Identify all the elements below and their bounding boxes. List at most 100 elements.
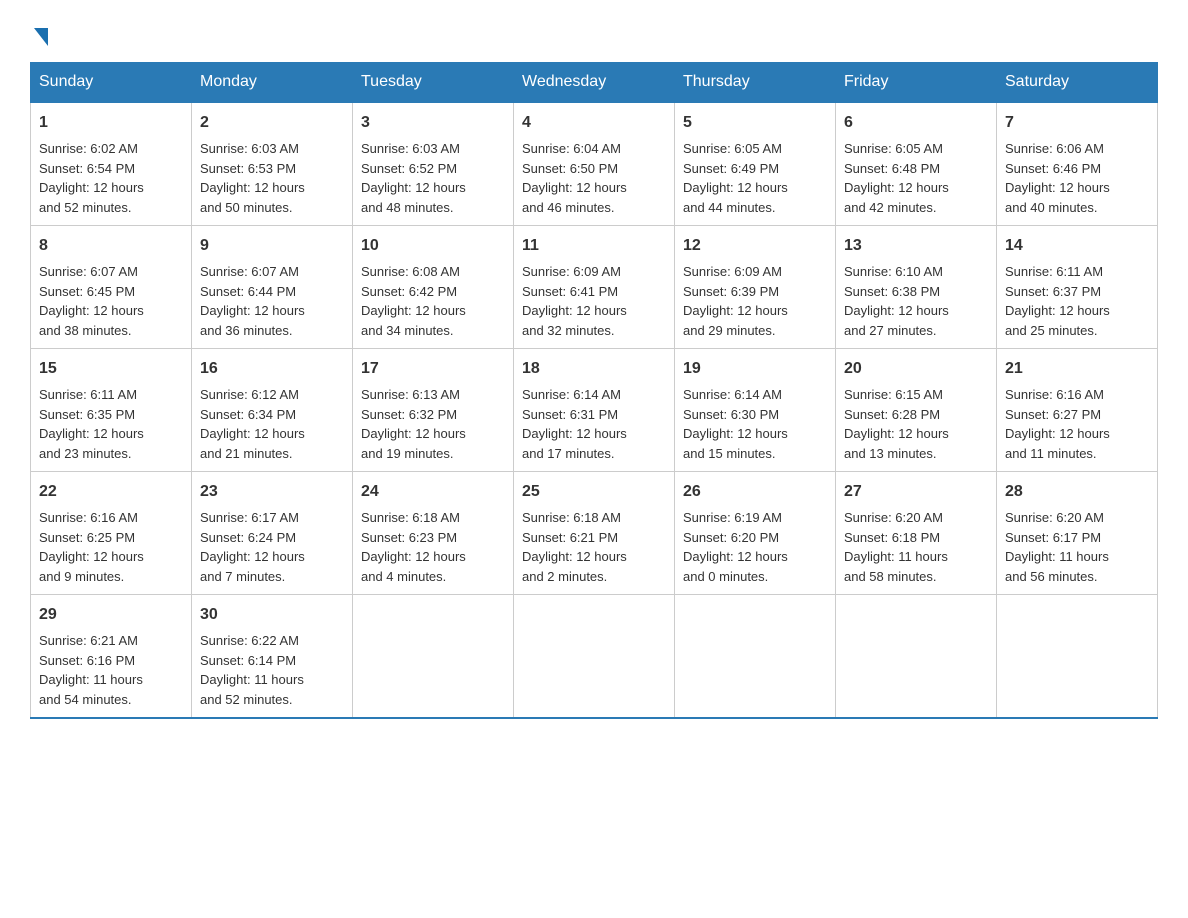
col-header-wednesday: Wednesday	[514, 63, 675, 103]
day-info: Sunrise: 6:11 AMSunset: 6:37 PMDaylight:…	[1005, 262, 1149, 340]
col-header-monday: Monday	[192, 63, 353, 103]
calendar-cell: 29 Sunrise: 6:21 AMSunset: 6:16 PMDayligh…	[31, 595, 192, 719]
day-number: 8	[39, 234, 183, 258]
col-header-saturday: Saturday	[997, 63, 1158, 103]
day-number: 1	[39, 111, 183, 135]
calendar-cell: 6 Sunrise: 6:05 AMSunset: 6:48 PMDaylight…	[836, 102, 997, 226]
day-info: Sunrise: 6:09 AMSunset: 6:39 PMDaylight:…	[683, 262, 827, 340]
calendar-cell: 26Sunrise: 6:19 AMSunset: 6:20 PMDayligh…	[675, 472, 836, 595]
day-number: 15	[39, 357, 183, 381]
calendar-week-row: 1 Sunrise: 6:02 AMSunset: 6:54 PMDaylight…	[31, 102, 1158, 226]
day-number: 2	[200, 111, 344, 135]
calendar-week-row: 22Sunrise: 6:16 AMSunset: 6:25 PMDayligh…	[31, 472, 1158, 595]
day-info: Sunrise: 6:07 AMSunset: 6:45 PMDaylight:…	[39, 262, 183, 340]
day-info: Sunrise: 6:18 AMSunset: 6:21 PMDaylight:…	[522, 508, 666, 586]
day-number: 30	[200, 603, 344, 627]
calendar-cell: 14 Sunrise: 6:11 AMSunset: 6:37 PMDayligh…	[997, 226, 1158, 349]
day-number: 9	[200, 234, 344, 258]
logo	[30, 20, 48, 42]
calendar-cell: 5 Sunrise: 6:05 AMSunset: 6:49 PMDaylight…	[675, 102, 836, 226]
logo-arrow-icon	[34, 28, 48, 46]
day-info: Sunrise: 6:02 AMSunset: 6:54 PMDaylight:…	[39, 139, 183, 217]
calendar-cell: 3 Sunrise: 6:03 AMSunset: 6:52 PMDaylight…	[353, 102, 514, 226]
calendar-table: SundayMondayTuesdayWednesdayThursdayFrid…	[30, 62, 1158, 719]
calendar-week-row: 15 Sunrise: 6:11 AMSunset: 6:35 PMDayligh…	[31, 349, 1158, 472]
calendar-cell	[836, 595, 997, 719]
day-info: Sunrise: 6:11 AMSunset: 6:35 PMDaylight:…	[39, 385, 183, 463]
calendar-cell: 13Sunrise: 6:10 AMSunset: 6:38 PMDayligh…	[836, 226, 997, 349]
calendar-cell: 12 Sunrise: 6:09 AMSunset: 6:39 PMDayligh…	[675, 226, 836, 349]
day-info: Sunrise: 6:18 AMSunset: 6:23 PMDaylight:…	[361, 508, 505, 586]
day-info: Sunrise: 6:04 AMSunset: 6:50 PMDaylight:…	[522, 139, 666, 217]
day-number: 18	[522, 357, 666, 381]
day-info: Sunrise: 6:13 AMSunset: 6:32 PMDaylight:…	[361, 385, 505, 463]
day-number: 26	[683, 480, 827, 504]
day-info: Sunrise: 6:05 AMSunset: 6:48 PMDaylight:…	[844, 139, 988, 217]
day-info: Sunrise: 6:12 AMSunset: 6:34 PMDaylight:…	[200, 385, 344, 463]
col-header-friday: Friday	[836, 63, 997, 103]
day-number: 28	[1005, 480, 1149, 504]
day-number: 17	[361, 357, 505, 381]
calendar-week-row: 29 Sunrise: 6:21 AMSunset: 6:16 PMDayligh…	[31, 595, 1158, 719]
calendar-cell: 20 Sunrise: 6:15 AMSunset: 6:28 PMDayligh…	[836, 349, 997, 472]
day-number: 3	[361, 111, 505, 135]
col-header-thursday: Thursday	[675, 63, 836, 103]
calendar-cell: 10Sunrise: 6:08 AMSunset: 6:42 PMDayligh…	[353, 226, 514, 349]
calendar-cell: 21Sunrise: 6:16 AMSunset: 6:27 PMDayligh…	[997, 349, 1158, 472]
day-number: 14	[1005, 234, 1149, 258]
calendar-cell	[997, 595, 1158, 719]
calendar-cell: 4 Sunrise: 6:04 AMSunset: 6:50 PMDaylight…	[514, 102, 675, 226]
day-number: 7	[1005, 111, 1149, 135]
day-info: Sunrise: 6:05 AMSunset: 6:49 PMDaylight:…	[683, 139, 827, 217]
calendar-cell: 28 Sunrise: 6:20 AMSunset: 6:17 PMDayligh…	[997, 472, 1158, 595]
calendar-cell: 22Sunrise: 6:16 AMSunset: 6:25 PMDayligh…	[31, 472, 192, 595]
day-number: 5	[683, 111, 827, 135]
calendar-cell: 15 Sunrise: 6:11 AMSunset: 6:35 PMDayligh…	[31, 349, 192, 472]
calendar-cell: 9 Sunrise: 6:07 AMSunset: 6:44 PMDaylight…	[192, 226, 353, 349]
calendar-cell: 17 Sunrise: 6:13 AMSunset: 6:32 PMDayligh…	[353, 349, 514, 472]
day-number: 23	[200, 480, 344, 504]
day-info: Sunrise: 6:09 AMSunset: 6:41 PMDaylight:…	[522, 262, 666, 340]
day-info: Sunrise: 6:08 AMSunset: 6:42 PMDaylight:…	[361, 262, 505, 340]
calendar-header-row: SundayMondayTuesdayWednesdayThursdayFrid…	[31, 63, 1158, 103]
calendar-cell: 7 Sunrise: 6:06 AMSunset: 6:46 PMDaylight…	[997, 102, 1158, 226]
day-info: Sunrise: 6:06 AMSunset: 6:46 PMDaylight:…	[1005, 139, 1149, 217]
calendar-cell	[353, 595, 514, 719]
day-number: 27	[844, 480, 988, 504]
calendar-cell: 18Sunrise: 6:14 AMSunset: 6:31 PMDayligh…	[514, 349, 675, 472]
day-number: 19	[683, 357, 827, 381]
calendar-cell: 27 Sunrise: 6:20 AMSunset: 6:18 PMDayligh…	[836, 472, 997, 595]
calendar-cell: 2 Sunrise: 6:03 AMSunset: 6:53 PMDaylight…	[192, 102, 353, 226]
day-info: Sunrise: 6:20 AMSunset: 6:18 PMDaylight:…	[844, 508, 988, 586]
calendar-cell	[514, 595, 675, 719]
page-header	[30, 20, 1158, 42]
day-info: Sunrise: 6:17 AMSunset: 6:24 PMDaylight:…	[200, 508, 344, 586]
day-number: 29	[39, 603, 183, 627]
calendar-week-row: 8 Sunrise: 6:07 AMSunset: 6:45 PMDaylight…	[31, 226, 1158, 349]
day-number: 21	[1005, 357, 1149, 381]
day-number: 20	[844, 357, 988, 381]
day-info: Sunrise: 6:03 AMSunset: 6:53 PMDaylight:…	[200, 139, 344, 217]
day-number: 4	[522, 111, 666, 135]
calendar-cell: 11 Sunrise: 6:09 AMSunset: 6:41 PMDayligh…	[514, 226, 675, 349]
day-number: 25	[522, 480, 666, 504]
day-info: Sunrise: 6:15 AMSunset: 6:28 PMDaylight:…	[844, 385, 988, 463]
day-info: Sunrise: 6:21 AMSunset: 6:16 PMDaylight:…	[39, 631, 183, 709]
day-number: 24	[361, 480, 505, 504]
calendar-cell	[675, 595, 836, 719]
day-number: 16	[200, 357, 344, 381]
day-info: Sunrise: 6:16 AMSunset: 6:25 PMDaylight:…	[39, 508, 183, 586]
calendar-cell: 8 Sunrise: 6:07 AMSunset: 6:45 PMDaylight…	[31, 226, 192, 349]
day-info: Sunrise: 6:03 AMSunset: 6:52 PMDaylight:…	[361, 139, 505, 217]
calendar-cell: 23 Sunrise: 6:17 AMSunset: 6:24 PMDayligh…	[192, 472, 353, 595]
day-number: 6	[844, 111, 988, 135]
calendar-cell: 24 Sunrise: 6:18 AMSunset: 6:23 PMDayligh…	[353, 472, 514, 595]
col-header-tuesday: Tuesday	[353, 63, 514, 103]
calendar-cell: 16 Sunrise: 6:12 AMSunset: 6:34 PMDayligh…	[192, 349, 353, 472]
calendar-cell: 30 Sunrise: 6:22 AMSunset: 6:14 PMDayligh…	[192, 595, 353, 719]
day-number: 12	[683, 234, 827, 258]
day-info: Sunrise: 6:22 AMSunset: 6:14 PMDaylight:…	[200, 631, 344, 709]
day-info: Sunrise: 6:20 AMSunset: 6:17 PMDaylight:…	[1005, 508, 1149, 586]
day-info: Sunrise: 6:07 AMSunset: 6:44 PMDaylight:…	[200, 262, 344, 340]
day-number: 11	[522, 234, 666, 258]
